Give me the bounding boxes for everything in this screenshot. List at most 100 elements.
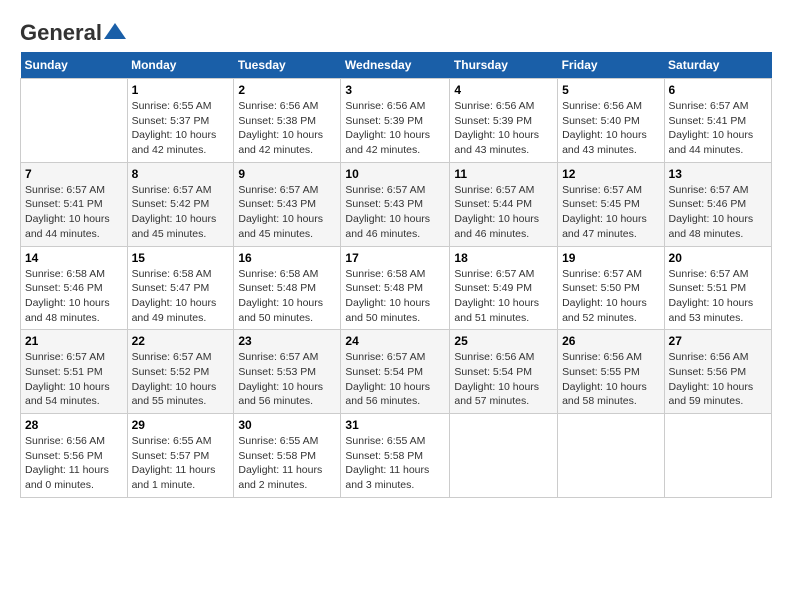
- calendar-cell: 22 Sunrise: 6:57 AM Sunset: 5:52 PM Dayli…: [127, 330, 234, 414]
- day-info: Sunrise: 6:57 AM Sunset: 5:44 PM Dayligh…: [454, 183, 553, 242]
- day-number: 13: [669, 167, 767, 181]
- day-number: 3: [345, 83, 445, 97]
- day-info: Sunrise: 6:57 AM Sunset: 5:53 PM Dayligh…: [238, 350, 336, 409]
- day-number: 7: [25, 167, 123, 181]
- calendar-cell: 21Sunrise: 6:57 AM Sunset: 5:51 PM Dayli…: [21, 330, 128, 414]
- day-info: Sunrise: 6:56 AM Sunset: 5:56 PM Dayligh…: [25, 434, 123, 493]
- day-info: Sunrise: 6:56 AM Sunset: 5:39 PM Dayligh…: [454, 99, 553, 158]
- day-info: Sunrise: 6:57 AM Sunset: 5:50 PM Dayligh…: [562, 267, 659, 326]
- header-tuesday: Tuesday: [234, 52, 341, 79]
- logo: General: [20, 20, 126, 42]
- header-wednesday: Wednesday: [341, 52, 450, 79]
- day-info: Sunrise: 6:58 AM Sunset: 5:46 PM Dayligh…: [25, 267, 123, 326]
- day-number: 16: [238, 251, 336, 265]
- day-info: Sunrise: 6:57 AM Sunset: 5:52 PM Dayligh…: [132, 350, 230, 409]
- calendar-cell: 3 Sunrise: 6:56 AM Sunset: 5:39 PM Daylig…: [341, 79, 450, 163]
- day-number: 2: [238, 83, 336, 97]
- calendar-cell: [558, 414, 664, 498]
- calendar-cell: 4 Sunrise: 6:56 AM Sunset: 5:39 PM Daylig…: [450, 79, 558, 163]
- day-number: 8: [132, 167, 230, 181]
- day-info: Sunrise: 6:55 AM Sunset: 5:57 PM Dayligh…: [132, 434, 230, 493]
- calendar-cell: 26 Sunrise: 6:56 AM Sunset: 5:55 PM Dayli…: [558, 330, 664, 414]
- day-info: Sunrise: 6:58 AM Sunset: 5:48 PM Dayligh…: [238, 267, 336, 326]
- day-number: 18: [454, 251, 553, 265]
- calendar-cell: 23 Sunrise: 6:57 AM Sunset: 5:53 PM Dayli…: [234, 330, 341, 414]
- day-number: 26: [562, 334, 659, 348]
- header-monday: Monday: [127, 52, 234, 79]
- day-info: Sunrise: 6:57 AM Sunset: 5:42 PM Dayligh…: [132, 183, 230, 242]
- calendar-header-row: SundayMondayTuesdayWednesdayThursdayFrid…: [21, 52, 772, 79]
- day-number: 24: [345, 334, 445, 348]
- header-saturday: Saturday: [664, 52, 771, 79]
- header-sunday: Sunday: [21, 52, 128, 79]
- calendar-week-row: 28 Sunrise: 6:56 AM Sunset: 5:56 PM Dayli…: [21, 414, 772, 498]
- day-info: Sunrise: 6:57 AM Sunset: 5:43 PM Dayligh…: [238, 183, 336, 242]
- calendar-cell: 31 Sunrise: 6:55 AM Sunset: 5:58 PM Dayli…: [341, 414, 450, 498]
- calendar-cell: 11 Sunrise: 6:57 AM Sunset: 5:44 PM Dayli…: [450, 162, 558, 246]
- day-number: 12: [562, 167, 659, 181]
- calendar-cell: 28 Sunrise: 6:56 AM Sunset: 5:56 PM Dayli…: [21, 414, 128, 498]
- day-info: Sunrise: 6:55 AM Sunset: 5:58 PM Dayligh…: [238, 434, 336, 493]
- calendar-cell: 16 Sunrise: 6:58 AM Sunset: 5:48 PM Dayli…: [234, 246, 341, 330]
- calendar-cell: 12 Sunrise: 6:57 AM Sunset: 5:45 PM Dayli…: [558, 162, 664, 246]
- day-number: 20: [669, 251, 767, 265]
- day-number: 6: [669, 83, 767, 97]
- calendar-cell: 20 Sunrise: 6:57 AM Sunset: 5:51 PM Dayli…: [664, 246, 771, 330]
- calendar-cell: 2Sunrise: 6:56 AM Sunset: 5:38 PM Daylig…: [234, 79, 341, 163]
- page-header: General: [20, 20, 772, 42]
- day-info: Sunrise: 6:56 AM Sunset: 5:39 PM Dayligh…: [345, 99, 445, 158]
- calendar-week-row: 14 Sunrise: 6:58 AM Sunset: 5:46 PM Dayli…: [21, 246, 772, 330]
- calendar-cell: 30 Sunrise: 6:55 AM Sunset: 5:58 PM Dayli…: [234, 414, 341, 498]
- calendar-cell: 6 Sunrise: 6:57 AM Sunset: 5:41 PM Daylig…: [664, 79, 771, 163]
- calendar-cell: [450, 414, 558, 498]
- calendar-cell: 29 Sunrise: 6:55 AM Sunset: 5:57 PM Dayli…: [127, 414, 234, 498]
- calendar-cell: 27 Sunrise: 6:56 AM Sunset: 5:56 PM Dayli…: [664, 330, 771, 414]
- day-number: 27: [669, 334, 767, 348]
- day-number: 17: [345, 251, 445, 265]
- day-number: 25: [454, 334, 553, 348]
- day-info: Sunrise: 6:55 AM Sunset: 5:37 PM Dayligh…: [132, 99, 230, 158]
- day-info: Sunrise: 6:56 AM Sunset: 5:56 PM Dayligh…: [669, 350, 767, 409]
- calendar-cell: [664, 414, 771, 498]
- day-number: 10: [345, 167, 445, 181]
- day-info: Sunrise: 6:56 AM Sunset: 5:55 PM Dayligh…: [562, 350, 659, 409]
- day-number: 11: [454, 167, 553, 181]
- day-number: 19: [562, 251, 659, 265]
- calendar-cell: 24 Sunrise: 6:57 AM Sunset: 5:54 PM Dayli…: [341, 330, 450, 414]
- day-number: 30: [238, 418, 336, 432]
- day-info: Sunrise: 6:56 AM Sunset: 5:40 PM Dayligh…: [562, 99, 659, 158]
- day-info: Sunrise: 6:57 AM Sunset: 5:51 PM Dayligh…: [669, 267, 767, 326]
- day-info: Sunrise: 6:56 AM Sunset: 5:54 PM Dayligh…: [454, 350, 553, 409]
- day-number: 28: [25, 418, 123, 432]
- day-info: Sunrise: 6:55 AM Sunset: 5:58 PM Dayligh…: [345, 434, 445, 493]
- day-info: Sunrise: 6:57 AM Sunset: 5:41 PM Dayligh…: [669, 99, 767, 158]
- day-number: 23: [238, 334, 336, 348]
- calendar-week-row: 21Sunrise: 6:57 AM Sunset: 5:51 PM Dayli…: [21, 330, 772, 414]
- calendar-cell: 8 Sunrise: 6:57 AM Sunset: 5:42 PM Daylig…: [127, 162, 234, 246]
- day-info: Sunrise: 6:57 AM Sunset: 5:45 PM Dayligh…: [562, 183, 659, 242]
- day-info: Sunrise: 6:57 AM Sunset: 5:49 PM Dayligh…: [454, 267, 553, 326]
- calendar-cell: 7 Sunrise: 6:57 AM Sunset: 5:41 PM Daylig…: [21, 162, 128, 246]
- calendar-table: SundayMondayTuesdayWednesdayThursdayFrid…: [20, 52, 772, 498]
- day-number: 4: [454, 83, 553, 97]
- calendar-cell: 15 Sunrise: 6:58 AM Sunset: 5:47 PM Dayli…: [127, 246, 234, 330]
- header-friday: Friday: [558, 52, 664, 79]
- day-info: Sunrise: 6:57 AM Sunset: 5:46 PM Dayligh…: [669, 183, 767, 242]
- day-number: 31: [345, 418, 445, 432]
- day-info: Sunrise: 6:57 AM Sunset: 5:54 PM Dayligh…: [345, 350, 445, 409]
- day-info: Sunrise: 6:58 AM Sunset: 5:47 PM Dayligh…: [132, 267, 230, 326]
- day-number: 22: [132, 334, 230, 348]
- calendar-cell: 17Sunrise: 6:58 AM Sunset: 5:48 PM Dayli…: [341, 246, 450, 330]
- calendar-cell: 14 Sunrise: 6:58 AM Sunset: 5:46 PM Dayli…: [21, 246, 128, 330]
- calendar-cell: 18 Sunrise: 6:57 AM Sunset: 5:49 PM Dayli…: [450, 246, 558, 330]
- calendar-week-row: 7 Sunrise: 6:57 AM Sunset: 5:41 PM Daylig…: [21, 162, 772, 246]
- day-number: 15: [132, 251, 230, 265]
- calendar-cell: [21, 79, 128, 163]
- day-number: 29: [132, 418, 230, 432]
- calendar-cell: 5 Sunrise: 6:56 AM Sunset: 5:40 PM Daylig…: [558, 79, 664, 163]
- day-info: Sunrise: 6:57 AM Sunset: 5:41 PM Dayligh…: [25, 183, 123, 242]
- day-number: 14: [25, 251, 123, 265]
- calendar-week-row: 1Sunrise: 6:55 AM Sunset: 5:37 PM Daylig…: [21, 79, 772, 163]
- day-info: Sunrise: 6:57 AM Sunset: 5:51 PM Dayligh…: [25, 350, 123, 409]
- day-number: 5: [562, 83, 659, 97]
